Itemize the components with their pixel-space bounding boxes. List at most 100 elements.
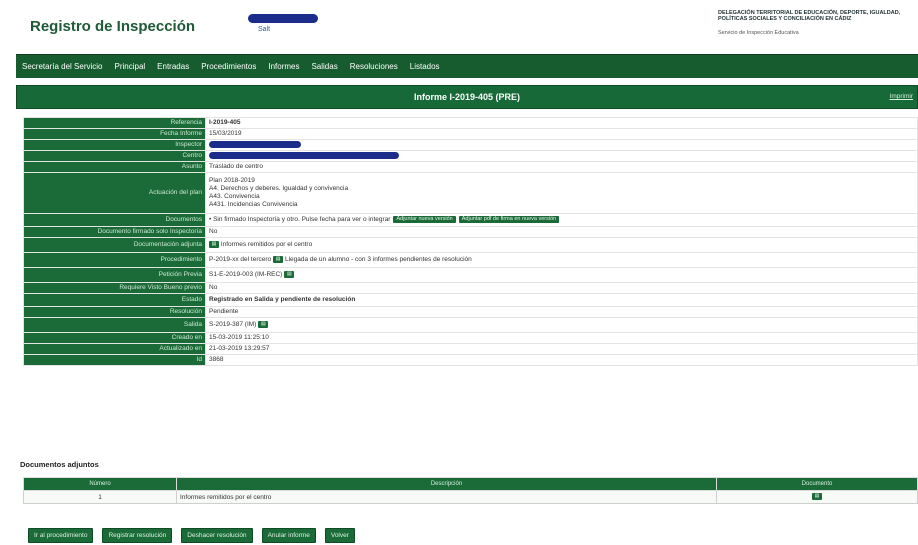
row-procedimiento: Procedimiento P-2019-xx del tercero ▤ Lle… [23, 252, 918, 268]
cancel-report-button[interactable]: Anular informe [261, 528, 316, 543]
redacted-logo-mark [248, 14, 318, 23]
row-documentos: Documentos • Sin firmado Inspectoría y o… [23, 213, 918, 227]
label-doc-adjuntos: Documentación adjunta [23, 237, 206, 253]
back-button[interactable]: Volver [324, 528, 355, 543]
value-creado: 15-03-2019 11:25:10 [205, 332, 918, 344]
row-referencia: Referencia I-2019-405 [23, 117, 918, 129]
value-actualizado: 21-03-2019 13:29:57 [205, 343, 918, 355]
redacted-inspector [209, 140, 301, 148]
column-descripcion: Descripción [176, 477, 717, 491]
label-peticion: Petición Previa [23, 267, 206, 283]
attachments-table: Número Descripción Documento 1 Informes … [23, 477, 918, 504]
attach-signed-pdf-button[interactable]: Adjuntar pdf de firma en nueva versión [458, 215, 560, 223]
label-inspector: Inspector [23, 139, 206, 151]
row-creado: Creado en 15-03-2019 11:25:10 [23, 332, 918, 344]
value-fecha: 15/03/2019 [205, 128, 918, 140]
row-peticion: Petición Previa S1-E-2019-003 (IM-REC) ▤ [23, 267, 918, 283]
label-id: Id [23, 354, 206, 366]
value-procedimiento: P-2019-xx del tercero ▤ Llegada de un alu… [205, 252, 918, 268]
value-documentos: • Sin firmado Inspectoría y otro. Pulse … [205, 213, 918, 227]
attachments-title: Documentos adjuntos [20, 460, 99, 469]
page-header: Registro de Inspección Salt DELEGACIÓN T… [0, 0, 918, 50]
value-inspector [205, 139, 918, 151]
label-procedimiento: Procedimiento [23, 252, 206, 268]
organization-name: DELEGACIÓN TERRITORIAL DE EDUCACIÓN, DEP… [718, 10, 901, 22]
nav-secretaria[interactable]: Secretaría del Servicio [16, 62, 108, 71]
row-doc-adjuntos: Documentación adjunta ▤ Informes remitid… [23, 237, 918, 253]
row-salida: Salida S-2019-387 (IM) ▤ [23, 317, 918, 333]
actuacion-line: A431. Incidencias Convivencia [209, 201, 298, 208]
junta-logo: Salt [248, 12, 320, 38]
actuacion-line: Plan 2018-2019 [209, 177, 255, 184]
value-centro [205, 150, 918, 162]
nav-listados[interactable]: Listados [404, 62, 446, 71]
row-actuacion: Actuación del plan Plan 2018-2019 A4. De… [23, 172, 918, 214]
row-doc-firmado: Documento firmado solo Inspectoría No [23, 226, 918, 238]
actuacion-line: A4. Derechos y deberes. Igualdad y convi… [209, 185, 349, 192]
column-numero: Número [23, 477, 177, 491]
procedimiento-text: P-2019-xx del tercero [209, 256, 272, 264]
print-link[interactable]: Imprimir [890, 93, 913, 100]
row-inspector: Inspector [23, 139, 918, 151]
value-asunto: Traslado de centro [205, 161, 918, 173]
row-estado: Estado Registrado en Salida y pendiente … [23, 293, 918, 307]
nav-principal[interactable]: Principal [108, 62, 151, 71]
open-salida-icon[interactable]: ▤ [258, 320, 269, 328]
label-creado: Creado en [23, 332, 206, 344]
attachments-header-row: Número Descripción Documento [23, 477, 918, 491]
report-header: Informe I-2019-405 (PRE) Imprimir [16, 85, 918, 109]
main-nav: Secretaría del Servicio Principal Entrad… [16, 54, 918, 78]
label-actuacion: Actuación del plan [23, 172, 206, 214]
attachment-descripcion: Informes remitidos por el centro [176, 490, 717, 504]
procedimiento-tail: Llegada de un alumno - con 3 informes pe… [284, 256, 472, 264]
attach-new-version-button[interactable]: Adjuntar nueva versión [393, 215, 456, 223]
label-fecha: Fecha Informe [23, 128, 206, 140]
open-peticion-icon[interactable]: ▤ [284, 270, 295, 278]
redacted-centro [209, 151, 399, 159]
column-documento: Documento [716, 477, 918, 491]
documentos-text: • Sin firmado Inspectoría y otro. Pulse … [209, 216, 391, 224]
attachment-numero: 1 [23, 490, 177, 504]
row-resolucion: Resolución Pendiente [23, 306, 918, 318]
value-doc-firmado: No [205, 226, 918, 238]
doc-adjuntos-text: Informes remitidos por el centro [220, 241, 313, 249]
row-asunto: Asunto Traslado de centro [23, 161, 918, 173]
label-actualizado: Actualizado en [23, 343, 206, 355]
value-visto-bueno: No [205, 282, 918, 294]
report-title: Informe I-2019-405 (PRE) [413, 92, 521, 102]
open-procedure-icon[interactable]: ▤ [273, 255, 284, 263]
undo-resolution-button[interactable]: Deshacer resolución [181, 528, 253, 543]
table-row: 1 Informes remitidos por el centro ▤ [23, 490, 918, 504]
value-doc-adjuntos: ▤ Informes remitidos por el centro [205, 237, 918, 253]
nav-procedimientos[interactable]: Procedimientos [195, 62, 262, 71]
app-title: Registro de Inspección [30, 18, 196, 35]
attachment-document-cell: ▤ [716, 490, 918, 504]
value-salida: S-2019-387 (IM) ▤ [205, 317, 918, 333]
label-centro: Centro [23, 150, 206, 162]
row-visto-bueno: Requiere Visto Bueno previo No [23, 282, 918, 294]
label-doc-firmado: Documento firmado solo Inspectoría [23, 226, 206, 238]
row-actualizado: Actualizado en 21-03-2019 13:29:57 [23, 343, 918, 355]
nav-resoluciones[interactable]: Resoluciones [344, 62, 404, 71]
organization-subtitle: Servicio de Inspección Educativa [718, 30, 799, 36]
register-resolution-button[interactable]: Registrar resolución [102, 528, 173, 543]
logo-text: Salt [258, 26, 271, 33]
nav-informes[interactable]: Informes [262, 62, 305, 71]
salida-text: S-2019-387 (IM) [209, 321, 257, 329]
label-referencia: Referencia [23, 117, 206, 129]
value-peticion: S1-E-2019-003 (IM-REC) ▤ [205, 267, 918, 283]
actuacion-line: A43. Convivencia [209, 193, 260, 200]
row-centro: Centro [23, 150, 918, 162]
download-document-icon[interactable]: ▤ [812, 493, 822, 501]
label-salida: Salida [23, 317, 206, 333]
nav-salidas[interactable]: Salidas [305, 62, 343, 71]
value-estado: Registrado en Salida y pendiente de reso… [205, 293, 918, 307]
report-detail-table: Referencia I-2019-405 Fecha Informe 15/0… [23, 117, 918, 366]
value-actuacion: Plan 2018-2019 A4. Derechos y deberes. I… [205, 172, 918, 214]
nav-entradas[interactable]: Entradas [151, 62, 195, 71]
label-documentos: Documentos [23, 213, 206, 227]
label-resolucion: Resolución [23, 306, 206, 318]
label-estado: Estado [23, 293, 206, 307]
go-to-procedure-button[interactable]: Ir al procedimiento [28, 528, 94, 543]
view-document-icon[interactable]: ▤ [209, 240, 219, 248]
